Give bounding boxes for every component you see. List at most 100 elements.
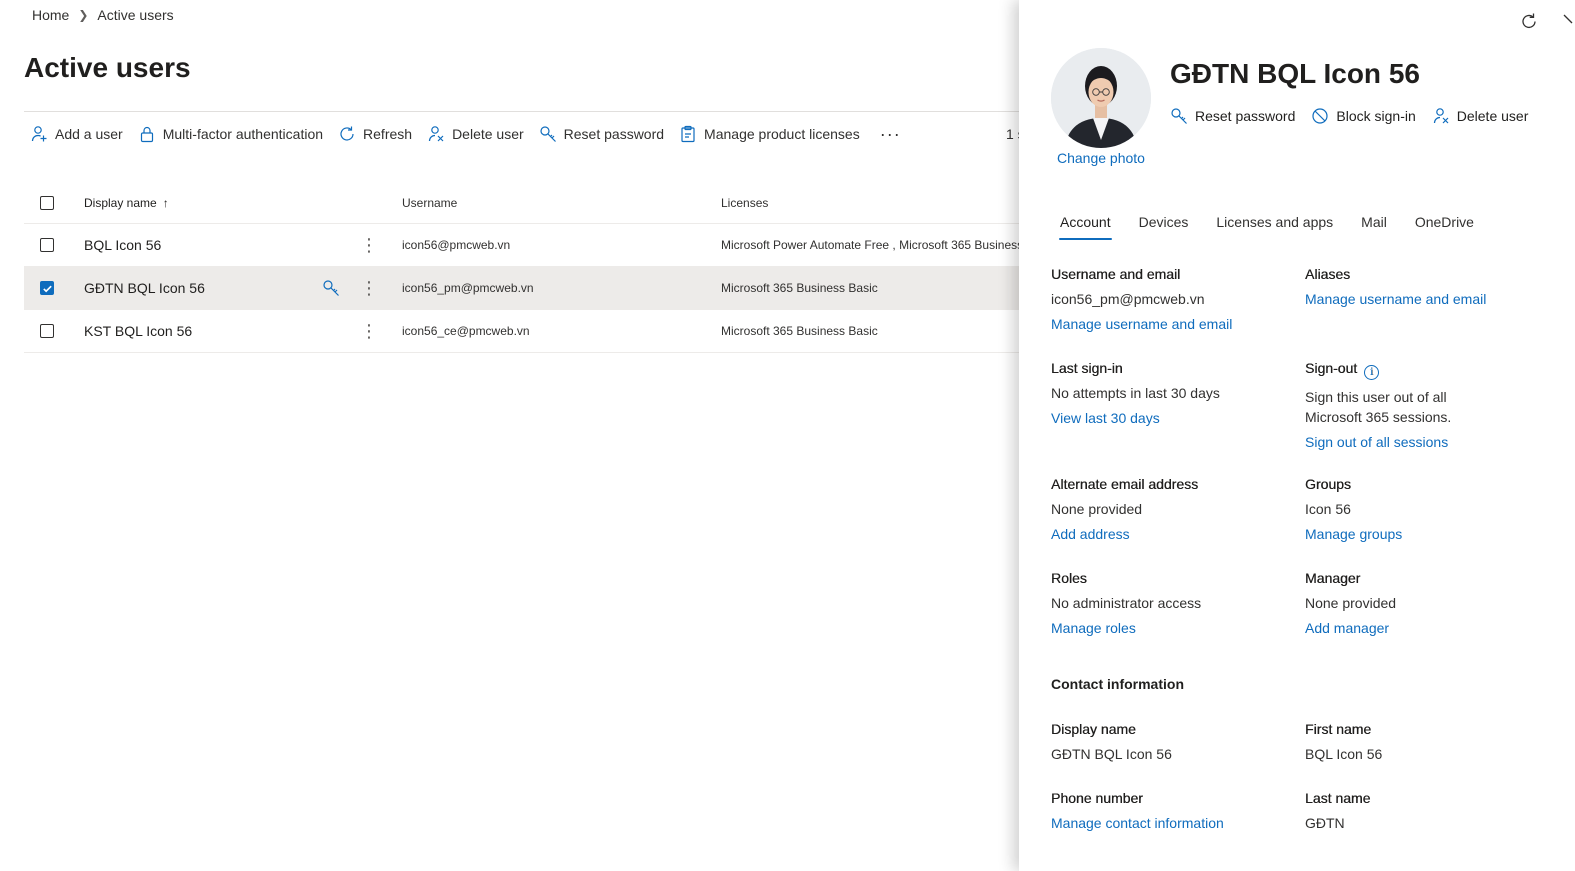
row-licenses: Microsoft 365 Business Basic (721, 281, 878, 295)
manage-licenses-label: Manage product licenses (704, 126, 860, 142)
first-name-label: First name (1305, 721, 1372, 737)
manage-aliases-link[interactable]: Manage username and email (1305, 289, 1486, 309)
breadcrumb-home[interactable]: Home (32, 7, 69, 23)
tab-mail[interactable]: Mail (1361, 212, 1387, 240)
contact-info-title: Contact information (1051, 676, 1184, 692)
tab-onedrive[interactable]: OneDrive (1415, 212, 1474, 240)
display-name-value: GĐTN BQL Icon 56 (1051, 746, 1172, 762)
checkmark-icon (42, 285, 52, 292)
key-icon (323, 280, 339, 296)
first-name-section: First name BQL Icon 56 (1305, 719, 1382, 764)
license-icon (681, 125, 695, 143)
display-name-section: Display name GĐTN BQL Icon 56 (1051, 719, 1172, 764)
change-photo-link[interactable]: Change photo (1057, 150, 1145, 166)
breadcrumb: Home ❯ Active users (32, 7, 174, 23)
refresh-label: Refresh (363, 126, 413, 142)
tab-licenses-and-apps[interactable]: Licenses and apps (1216, 212, 1333, 240)
reset-password-button[interactable]: Reset password (539, 125, 664, 143)
panel-delete-user-button[interactable]: Delete user (1432, 107, 1529, 125)
tab-devices[interactable]: Devices (1139, 212, 1189, 240)
groups-section: Groups Icon 56 Manage groups (1305, 474, 1402, 544)
username-label: Username and email (1051, 266, 1181, 282)
column-username[interactable]: Username (402, 182, 457, 223)
column-display-name[interactable]: Display name ↑ (84, 182, 169, 223)
command-bar: Add a user Multi-factor authentication R… (30, 122, 901, 146)
reset-password-label: Reset password (563, 126, 665, 142)
avatar[interactable] (1051, 48, 1151, 148)
row-username: icon56@pmcweb.vn (402, 238, 511, 252)
roles-label: Roles (1051, 570, 1087, 586)
add-user-label: Add a user (55, 126, 123, 142)
row-checkbox[interactable] (40, 324, 54, 338)
last-signin-section: Last sign-in No attempts in last 30 days… (1051, 358, 1220, 428)
row-licenses: Microsoft Power Automate Free , Microsof… (721, 238, 1021, 252)
delete-user-button[interactable]: Delete user (427, 125, 524, 143)
row-display-name[interactable]: GĐTN BQL Icon 56 (84, 267, 205, 309)
refresh-button[interactable]: Refresh (338, 125, 412, 143)
row-check-cell (40, 310, 54, 352)
table-row[interactable]: GĐTN BQL Icon 56 ⋮ icon56_pm@pmcweb.vn M… (24, 267, 1020, 310)
delete-user-label: Delete user (452, 126, 524, 142)
manager-section: Manager None provided Add manager (1305, 568, 1396, 638)
display-name-label: Display name (1051, 721, 1136, 737)
last-name-value: GĐTN (1305, 815, 1345, 831)
manage-licenses-button[interactable]: Manage product licenses (679, 125, 860, 143)
key-icon (1171, 108, 1187, 124)
manage-contact-info-link[interactable]: Manage contact information (1051, 813, 1224, 833)
breadcrumb-current: Active users (97, 7, 174, 23)
close-icon[interactable] (1560, 11, 1574, 31)
refresh-icon[interactable] (1519, 11, 1539, 31)
more-options-icon[interactable]: ··· (880, 124, 901, 145)
signout-label: Sign-out (1305, 360, 1358, 376)
row-display-name[interactable]: KST BQL Icon 56 (84, 310, 192, 352)
info-icon[interactable]: i (1364, 365, 1380, 380)
select-all-checkbox[interactable] (40, 195, 54, 210)
refresh-icon (340, 126, 354, 141)
mfa-button[interactable]: Multi-factor authentication (138, 125, 323, 143)
add-user-button[interactable]: Add a user (30, 125, 123, 143)
column-display-name-label: Display name (84, 195, 157, 210)
first-name-value: BQL Icon 56 (1305, 746, 1383, 762)
row-username: icon56_ce@pmcweb.vn (402, 324, 530, 338)
delete-user-icon (1433, 108, 1449, 124)
groups-value: Icon 56 (1305, 501, 1351, 517)
view-last-30-days-link[interactable]: View last 30 days (1051, 408, 1220, 428)
block-signin-button[interactable]: Block sign-in (1311, 107, 1416, 125)
row-more-icon[interactable]: ⋮ (360, 310, 378, 352)
row-check-cell (40, 224, 54, 266)
alt-email-section: Alternate email address None provided Ad… (1051, 474, 1198, 544)
row-more-icon[interactable]: ⋮ (360, 267, 378, 309)
lock-icon (140, 126, 153, 143)
block-signin-label: Block sign-in (1336, 108, 1416, 124)
last-name-label: Last name (1305, 790, 1371, 806)
row-display-name[interactable]: BQL Icon 56 (84, 224, 161, 266)
row-checkbox[interactable] (40, 238, 54, 252)
add-user-icon (31, 126, 47, 142)
aliases-label: Aliases (1305, 266, 1351, 282)
delete-user-icon (428, 126, 444, 142)
sign-out-all-sessions-link[interactable]: Sign out of all sessions (1305, 432, 1451, 452)
aliases-section: Aliases Manage username and email (1305, 264, 1486, 309)
key-icon (540, 126, 556, 142)
panel-reset-password-button[interactable]: Reset password (1170, 107, 1295, 125)
table-row[interactable]: BQL Icon 56 ⋮ icon56@pmcweb.vn Microsoft… (24, 224, 1021, 267)
block-icon (1312, 108, 1328, 124)
user-photo (1051, 48, 1151, 148)
row-reset-password-icon[interactable] (322, 267, 340, 309)
manage-groups-link[interactable]: Manage groups (1305, 524, 1402, 544)
table-row[interactable]: KST BQL Icon 56 ⋮ icon56_ce@pmcweb.vn Mi… (24, 310, 1020, 353)
panel-reset-password-label: Reset password (1195, 108, 1296, 124)
add-manager-link[interactable]: Add manager (1305, 618, 1396, 638)
mfa-label: Multi-factor authentication (162, 126, 324, 142)
panel-delete-user-label: Delete user (1456, 108, 1529, 124)
manage-username-link[interactable]: Manage username and email (1051, 314, 1232, 334)
signout-text-2: Microsoft 365 sessions. (1305, 409, 1452, 425)
manage-roles-link[interactable]: Manage roles (1051, 618, 1201, 638)
column-licenses[interactable]: Licenses (721, 182, 1021, 223)
add-address-link[interactable]: Add address (1051, 524, 1198, 544)
row-checkbox[interactable] (40, 281, 54, 295)
row-licenses: Microsoft 365 Business Basic (721, 324, 878, 338)
row-more-icon[interactable]: ⋮ (360, 224, 378, 266)
tab-account[interactable]: Account (1059, 212, 1112, 240)
chevron-right-icon: ❯ (78, 8, 89, 22)
